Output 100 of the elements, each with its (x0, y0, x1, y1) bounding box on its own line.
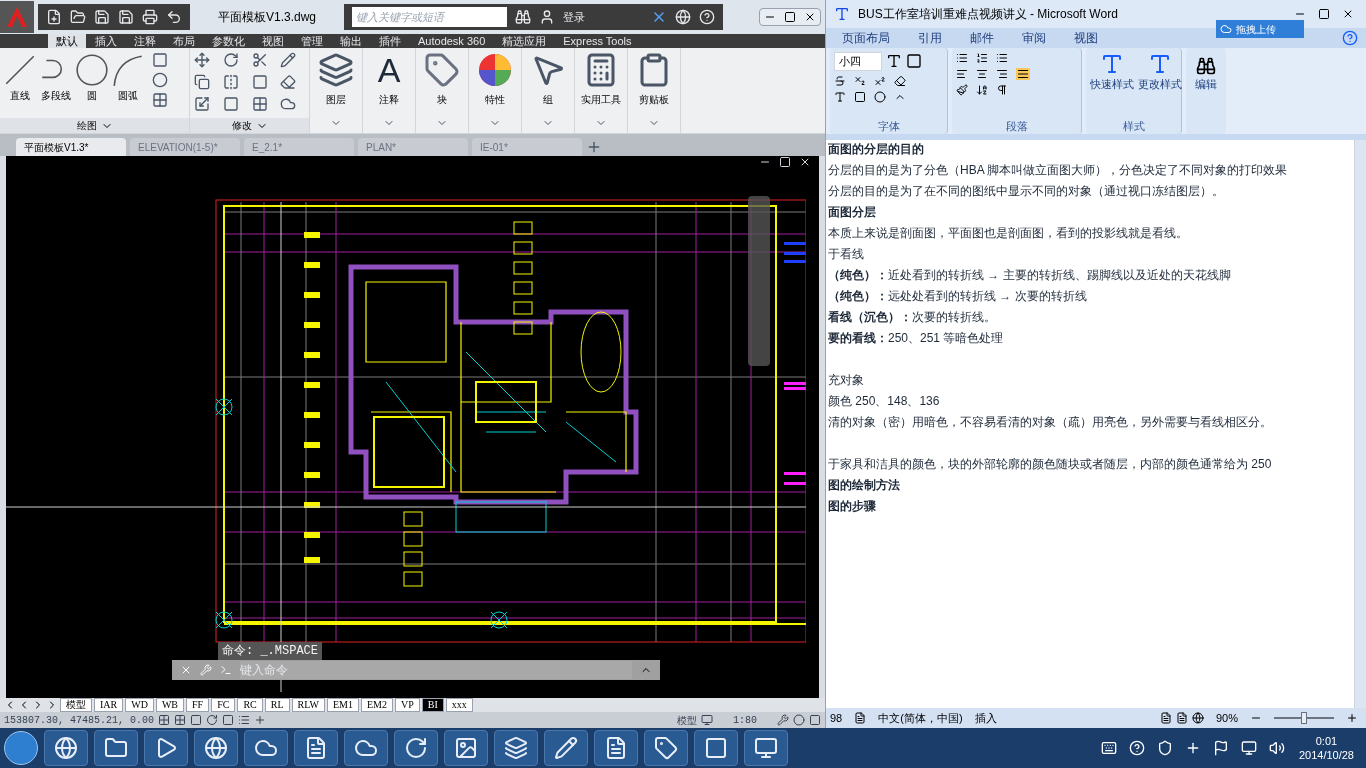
save-as-icon[interactable] (118, 9, 134, 25)
justify-button[interactable] (1016, 68, 1030, 80)
superscript-icon[interactable] (874, 74, 886, 87)
numbering-icon[interactable] (976, 52, 988, 64)
browser-taskbar-button[interactable] (194, 730, 238, 766)
paragraph-mark-icon[interactable] (996, 84, 1008, 96)
layout-tab[interactable]: EM2 (361, 698, 393, 712)
sort-icon[interactable] (976, 84, 988, 96)
cloud-sync-taskbar-button[interactable] (344, 730, 388, 766)
ribbon-tab[interactable]: 输出 (332, 34, 370, 48)
ribbon-tool-button[interactable]: 特性 (485, 92, 505, 107)
zoom-level[interactable]: 90% (1215, 709, 1238, 727)
new-file-icon[interactable] (46, 9, 62, 25)
restore-viewport-icon[interactable] (779, 156, 791, 168)
pen-taskbar-button[interactable] (544, 730, 588, 766)
reading-icon[interactable] (1175, 712, 1188, 724)
ellipse-tool-icon[interactable] (152, 72, 168, 88)
vertical-scrollbar[interactable] (1354, 140, 1366, 708)
zoom-in-icon[interactable] (1346, 712, 1358, 724)
ribbon-tool-button[interactable]: 注释 (379, 92, 399, 107)
draw-tool-button[interactable]: 多段线 (40, 52, 72, 103)
copy-icon[interactable] (194, 74, 210, 90)
maximize-icon[interactable] (784, 11, 796, 23)
prompt-icon[interactable] (220, 664, 232, 676)
snap-icon[interactable] (158, 714, 170, 726)
save-icon[interactable] (94, 9, 110, 25)
ribbon-tab[interactable]: 审阅 (1022, 29, 1046, 47)
ribbon-tab[interactable]: 管理 (293, 34, 331, 48)
eraser-icon[interactable] (280, 74, 297, 90)
rotate-icon[interactable] (222, 52, 239, 68)
layout-tab[interactable]: IAR (94, 698, 124, 712)
case-icon[interactable] (834, 90, 846, 103)
ribbon-tool-button[interactable]: 剪贴板 (639, 92, 669, 107)
trim-icon[interactable] (251, 52, 268, 68)
close-icon[interactable] (804, 11, 816, 23)
layout-tab[interactable]: WB (155, 698, 184, 712)
ribbon-tab[interactable]: Express Tools (555, 34, 640, 48)
clock-date[interactable]: 2014/10/28 (1298, 748, 1354, 762)
layout-tab[interactable]: 模型 (60, 698, 92, 712)
document-tab[interactable]: 平面模板V1.3* (16, 138, 126, 156)
tracking-icon[interactable] (254, 714, 266, 726)
style-button[interactable]: 更改样式 (1138, 52, 1182, 93)
language-indicator[interactable]: 中文(简体，中国) (878, 709, 963, 727)
web-layout-icon[interactable] (1191, 712, 1204, 724)
viewport-icon[interactable] (701, 714, 713, 726)
draw-tool-button[interactable]: 直线 (4, 52, 36, 103)
lineweight-icon[interactable] (238, 714, 250, 726)
proofing-icon[interactable] (854, 712, 867, 724)
layout-tab[interactable]: RC (237, 698, 263, 712)
pencil-icon[interactable] (280, 52, 297, 68)
zoom-slider-thumb[interactable] (1301, 712, 1307, 724)
ribbon-tab[interactable]: 插入 (87, 34, 125, 48)
ribbon-tab[interactable]: 视图 (254, 34, 292, 48)
font-color-icon[interactable] (834, 6, 850, 22)
layout-tab[interactable]: RL (264, 698, 290, 712)
ribbon-tab[interactable]: 视图 (1074, 29, 1098, 47)
upload-button[interactable]: 拖拽上传 (1216, 20, 1304, 38)
panel-title[interactable]: 绘图 (0, 118, 189, 133)
insert-mode[interactable]: 插入 (974, 709, 997, 727)
strikethrough-icon[interactable] (834, 74, 846, 87)
ribbon-tab[interactable]: 注释 (126, 34, 164, 48)
stretch-icon[interactable] (194, 96, 210, 112)
subscript-icon[interactable] (854, 74, 866, 87)
maximize-icon[interactable] (1318, 8, 1330, 20)
layout-tab[interactable]: FC (211, 698, 236, 712)
draw-tool-button[interactable]: 圆弧 (112, 52, 144, 103)
volume-icon[interactable] (1268, 740, 1285, 756)
picture-taskbar-button[interactable] (444, 730, 488, 766)
layout-tab[interactable]: RLW (291, 698, 325, 712)
clock-time[interactable]: 0:01 (1315, 734, 1338, 748)
layout-tab[interactable]: FF (186, 698, 210, 712)
layers-icon[interactable] (318, 52, 354, 88)
shield-icon[interactable] (1156, 740, 1173, 756)
hatch-tool-icon[interactable] (152, 92, 168, 108)
align-right-icon[interactable] (996, 68, 1008, 80)
close-viewport-icon[interactable] (799, 156, 811, 168)
flag-icon[interactable] (1212, 740, 1229, 756)
layout-tab[interactable]: VP (395, 698, 420, 712)
layout-tab[interactable]: BI (421, 698, 444, 712)
style-button[interactable]: 快速样式 (1090, 52, 1134, 93)
font-size-field[interactable]: 小四 (834, 52, 882, 71)
draw-tool-button[interactable]: 圆 (76, 52, 108, 103)
ribbon-tab[interactable]: 默认 (48, 34, 86, 48)
document-taskbar-button[interactable] (294, 730, 338, 766)
ribbon-tab[interactable]: 布局 (165, 34, 203, 48)
cloud-taskbar-button[interactable] (244, 730, 288, 766)
edit-button[interactable]: 编辑 (1195, 76, 1217, 93)
login-link[interactable]: 登录 (563, 8, 586, 26)
binoculars-icon[interactable] (515, 9, 532, 25)
command-input[interactable]: 键入命令 (240, 661, 632, 679)
rectangle-tool-icon[interactable] (152, 52, 168, 68)
grid-icon[interactable] (174, 714, 186, 726)
mirror-icon[interactable] (222, 74, 239, 90)
print-layout-icon[interactable] (1159, 712, 1172, 724)
drawing-canvas[interactable]: 命令: _.MSPACE 键入命令 (6, 156, 819, 698)
align-left-icon[interactable] (956, 68, 968, 80)
move-icon[interactable] (194, 52, 210, 68)
layout-tab[interactable]: xxx (445, 698, 473, 712)
panel-title[interactable]: 修改 (190, 118, 309, 133)
annotation-scale[interactable]: 1:80 (733, 712, 757, 728)
